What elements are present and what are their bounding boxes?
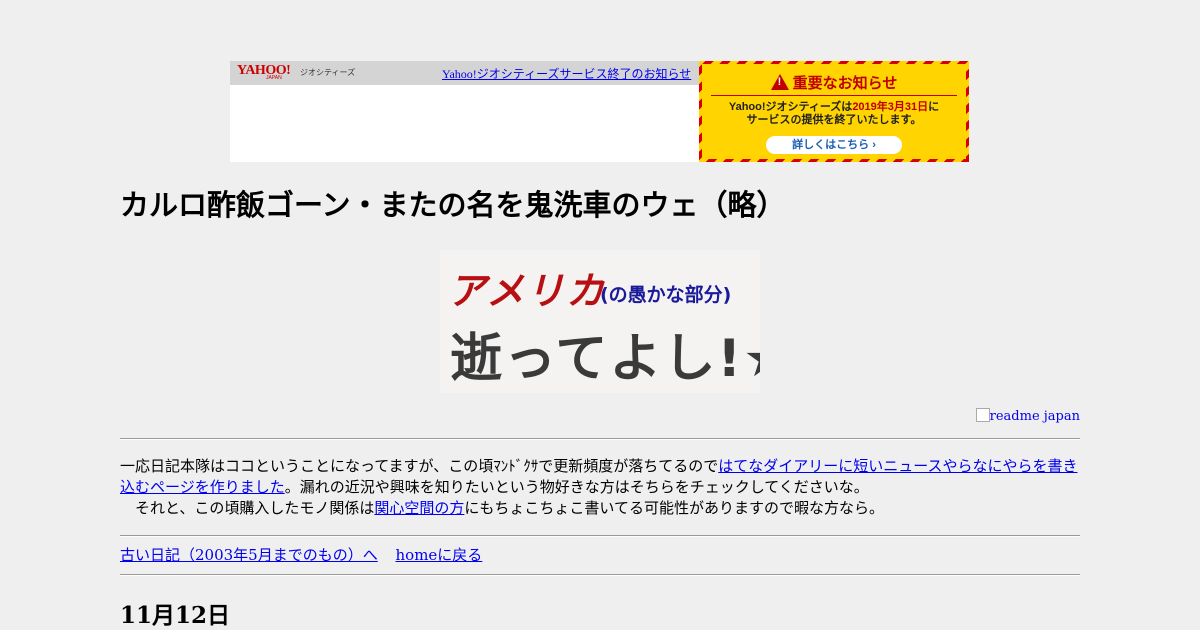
site-logo-image: アメリカ (の愚かな部分) 逝ってよし!★ [440,250,760,393]
home-link[interactable]: homeに戻る [396,546,483,564]
intro-text-4: にもちょこちょこ書いてる可能性がありますので暇な方なら。 [464,499,884,517]
notice-line2: サービスの提供を終了いたします。 [746,114,922,126]
kanshin-kukan-link[interactable]: 関心空間の方 [374,499,464,517]
notice-line1-pre: Yahoo!ジオシティーズは [728,101,853,113]
intro-text-1: 一応日記本隊はココということになってますが、この頃ﾏﾝﾄﾞｸｻで更新頻度が落ちて… [120,457,719,475]
readme-alt-text: readme japan [989,409,1080,424]
important-notice-text: Yahoo!ジオシティーズは2019年3月31日に サービスの提供を終了いたしま… [702,101,966,127]
ad-left-panel: YAHOO! JAPAN ジオシティーズ Yahoo!ジオシティーズサービス終了… [230,61,699,162]
yahoo-logo-sub: JAPAN [266,75,282,81]
divider [120,438,1080,440]
divider [120,574,1080,576]
readme-japan-link[interactable]: readme japan [975,408,1080,424]
notice-date: 2019年3月31日 [852,101,929,113]
important-notice-title: 重要なお知らせ [702,72,966,93]
yahoo-logo[interactable]: YAHOO! [237,64,291,78]
intro-paragraph: 一応日記本隊はココということになってますが、この頃ﾏﾝﾄﾞｸｻで更新頻度が落ちて… [120,456,1080,519]
warning-title-text: 重要なお知らせ [792,75,898,92]
notice-divider [711,95,957,96]
old-diary-link[interactable]: 古い日記（2003年5月までのもの）へ [120,546,378,564]
diary-nav: 古い日記（2003年5月までのもの）へ homeに戻る [120,544,495,565]
warning-icon [770,74,789,90]
divider [120,535,1080,537]
geocities-label: ジオシティーズ [300,68,356,77]
logo-line1-small: (の愚かな部分) [600,284,732,306]
service-end-notice-link[interactable]: Yahoo!ジオシティーズサービス終了のお知らせ [442,65,691,82]
important-notice-inner: 重要なお知らせ Yahoo!ジオシティーズは2019年3月31日に サービスの提… [702,64,966,159]
broken-image-icon [975,408,990,422]
intro-text-3: それと、この頃購入したモノ関係は [120,499,375,517]
ad-header-bar: YAHOO! JAPAN ジオシティーズ Yahoo!ジオシティーズサービス終了… [230,61,699,85]
entry-date-heading: 11月12日 [120,602,231,629]
logo-line1: アメリカ [448,269,607,313]
ad-banner: YAHOO! JAPAN ジオシティーズ Yahoo!ジオシティーズサービス終了… [230,61,969,162]
logo-line2: 逝ってよし!★ [450,329,760,389]
intro-text-2: 。漏れの近況や興味を知りたいという物好きな方はそちらをチェックしてくださいな。 [284,478,869,496]
notice-line1-post: に [928,101,940,113]
important-notice-banner[interactable]: 重要なお知らせ Yahoo!ジオシティーズは2019年3月31日に サービスの提… [699,61,969,162]
details-button[interactable]: 詳しくはこちら › [766,136,902,154]
page-title: カルロ酢飯ゴーン・またの名を鬼洗車のウェ（略） [120,188,786,222]
